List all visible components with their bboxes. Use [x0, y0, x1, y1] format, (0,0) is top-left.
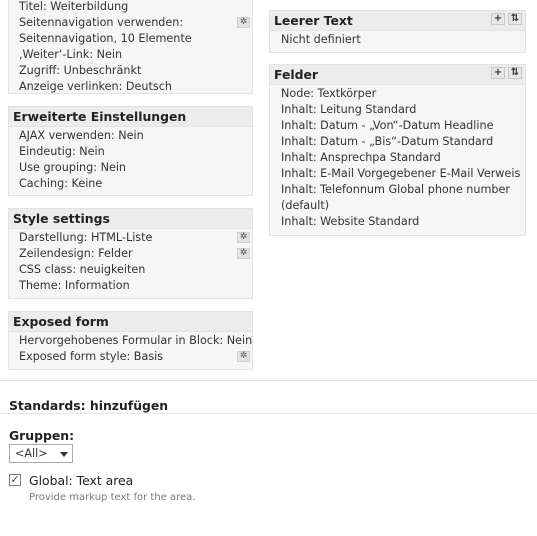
panel-title: Exposed form — [9, 312, 252, 332]
setting-row-caching[interactable]: Caching: Keine — [9, 176, 252, 192]
setting-row-distinct[interactable]: Eindeutig: Nein — [9, 144, 252, 160]
field-row[interactable]: Inhalt: Datum - „Bis“-Datum Standard — [270, 134, 525, 150]
panel-title: Leerer Text + ⇅ — [270, 11, 525, 31]
gear-icon[interactable]: ✲ — [237, 232, 250, 243]
setting-row-grouping[interactable]: Use grouping: Nein — [9, 160, 252, 176]
setting-label: Darstellung: HTML-Liste — [19, 231, 153, 244]
panel-title-text: Leerer Text — [274, 13, 353, 28]
field-row[interactable]: Inhalt: Website Standard — [270, 214, 525, 230]
setting-row-pager[interactable]: Seitennavigation verwenden: ✲ — [9, 15, 252, 31]
panel-title-text: Felder — [274, 67, 318, 82]
field-row[interactable]: Inhalt: Telefonnum Global phone number (… — [270, 182, 516, 214]
setting-row-pager-items[interactable]: Seitennavigation, 10 Elemente — [9, 31, 252, 47]
setting-row-empty-text[interactable]: Nicht definiert — [270, 32, 525, 48]
panel-title: Style settings — [9, 209, 252, 229]
field-row[interactable]: Inhalt: Leitung Standard — [270, 102, 525, 118]
style-settings-panel: Style settings Darstellung: HTML-Liste ✲… — [8, 208, 253, 299]
add-button[interactable]: + — [491, 13, 505, 25]
fields-panel: Felder + ⇅ Node: Textkörper Inhalt: Leit… — [269, 64, 526, 236]
setting-label: Exposed form style: Basis — [19, 350, 164, 363]
groups-select-value: <All> — [15, 447, 48, 460]
gear-icon[interactable]: ✲ — [237, 17, 250, 28]
setting-row-exposed-style[interactable]: Exposed form style: Basis ✲ — [9, 349, 252, 365]
field-row[interactable]: Node: Textkörper — [270, 86, 525, 102]
global-text-area-label[interactable]: Global: Text area — [29, 473, 133, 488]
setting-row-ajax[interactable]: AJAX verwenden: Nein — [9, 128, 252, 144]
empty-text-panel: Leerer Text + ⇅ Nicht definiert — [269, 10, 526, 53]
basic-settings-panel: Titel: Weiterbildung Seitennavigation ve… — [8, 0, 253, 94]
setting-row-title[interactable]: Titel: Weiterbildung — [9, 0, 252, 15]
gear-icon[interactable]: ✲ — [237, 351, 250, 362]
setting-row-theme[interactable]: Theme: Information — [9, 278, 252, 294]
setting-row-row-style[interactable]: Zeilendesign: Felder ✲ — [9, 246, 252, 262]
setting-label: Seitennavigation verwenden: — [19, 16, 184, 29]
groups-select[interactable]: <All> — [9, 444, 73, 463]
global-text-area-description: Provide markup text for the area. — [29, 492, 196, 503]
section-title-underline — [0, 413, 537, 414]
add-handler-section: Standards: hinzufügen Gruppen: <All> ✓ G… — [0, 381, 537, 536]
panel-title: Felder + ⇅ — [270, 65, 525, 85]
field-row[interactable]: Inhalt: Datum - „Von“-Datum Headline — [270, 118, 525, 134]
advanced-settings-panel: Erweiterte Einstellungen AJAX verwenden:… — [8, 106, 253, 196]
check-icon: ✓ — [10, 473, 20, 486]
setting-row-more-link[interactable]: ‚Weiter‘-Link: Nein — [9, 47, 252, 63]
setting-label: Zeilendesign: Felder — [19, 247, 133, 260]
groups-label: Gruppen: — [9, 428, 75, 443]
setting-row-css-class[interactable]: CSS class: neuigkeiten — [9, 262, 252, 278]
exposed-form-panel: Exposed form Hervorgehobenes Formular in… — [8, 311, 253, 370]
field-row[interactable]: Inhalt: Ansprechpa Standard — [270, 150, 525, 166]
field-row[interactable]: Inhalt: E-Mail Vorgegebener E-Mail Verwe… — [270, 166, 525, 182]
rearrange-button[interactable]: ⇅ — [508, 67, 522, 79]
add-button[interactable]: + — [491, 67, 505, 79]
setting-row-access[interactable]: Zugriff: Unbeschränkt — [9, 63, 252, 79]
setting-row-link-display[interactable]: Anzeige verlinken: Deutsch — [9, 79, 252, 95]
setting-row-exposed-block[interactable]: Hervorgehobenes Formular in Block: Nein — [9, 333, 252, 349]
global-text-area-checkbox[interactable]: ✓ — [9, 474, 21, 486]
gear-icon[interactable]: ✲ — [237, 248, 250, 259]
panel-title: Erweiterte Einstellungen — [9, 107, 252, 127]
rearrange-button[interactable]: ⇅ — [508, 13, 522, 25]
chevron-down-icon — [60, 452, 68, 457]
setting-row-format[interactable]: Darstellung: HTML-Liste ✲ — [9, 230, 252, 246]
section-title: Standards: hinzufügen — [9, 398, 169, 413]
